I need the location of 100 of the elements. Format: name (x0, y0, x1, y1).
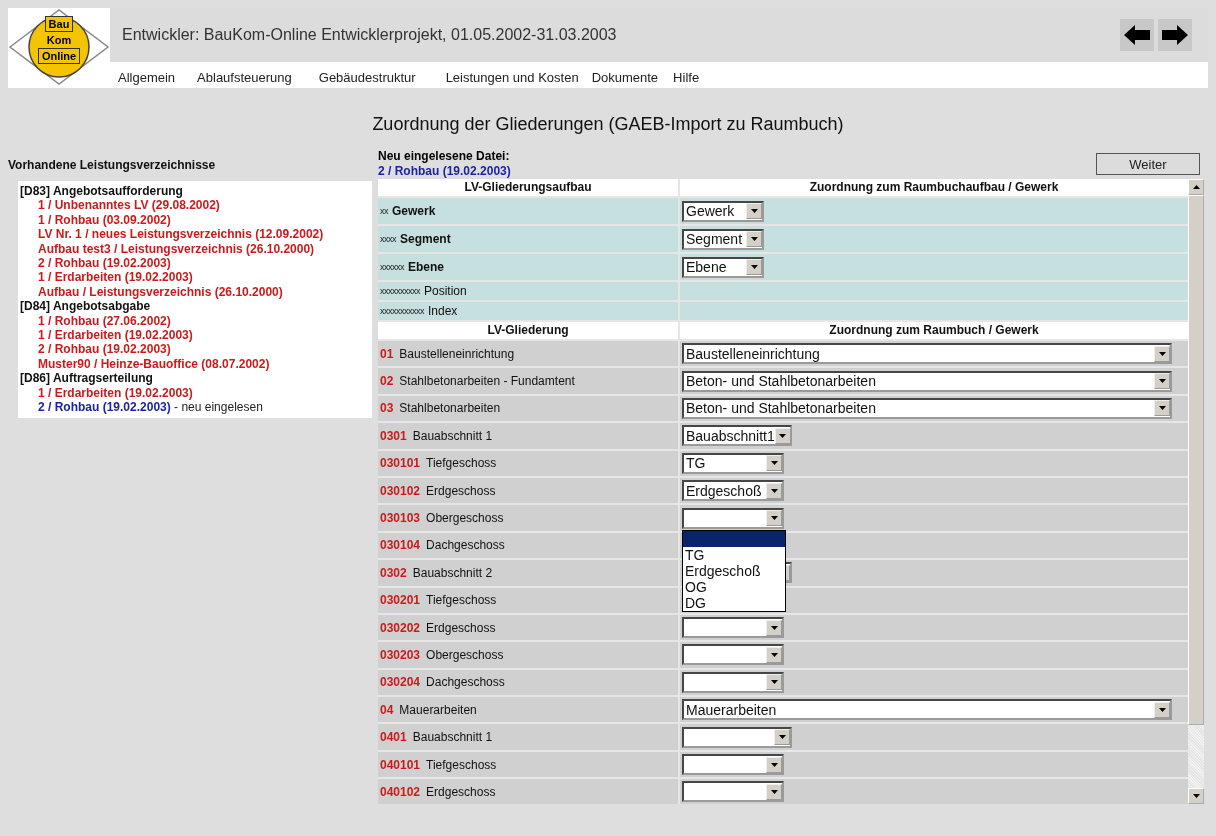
list-link[interactable]: 2 / Rohbau (19.02.2003) (38, 256, 171, 271)
forward-button[interactable] (1158, 19, 1192, 51)
caret-icon (1158, 379, 1166, 384)
position-name: Tiefgeschoss (426, 593, 497, 608)
list-link[interactable]: 1 / Rohbau (03.09.2002) (38, 212, 171, 227)
code-text: 04 (380, 702, 394, 717)
dropdown-field[interactable]: Beton- und Stahlbetonarbeiten (682, 370, 1172, 392)
caret-icon (1158, 707, 1166, 712)
caret-icon (770, 789, 778, 794)
position-name: Stahlbetonarbeiten (399, 401, 501, 416)
dropdown-field[interactable]: Gewerk (682, 200, 764, 222)
list-link[interactable]: 1 / Erdarbeiten (19.02.2003) (38, 328, 193, 343)
section-title: Vorhandene Leistungsverzeichnisse (8, 158, 217, 172)
group-label: [D84] Angebotsabgabe (20, 299, 152, 314)
logo-text: Online (37, 48, 81, 64)
dropdown-option[interactable]: OG (683, 578, 785, 595)
position-name: Mauerarbeiten (399, 702, 477, 717)
position-name: Baustelleneinrichtung (399, 346, 515, 361)
position-name: Dachgeschoss (426, 538, 505, 553)
caret-icon (770, 488, 778, 493)
menu-item[interactable]: Hilfe (673, 70, 700, 85)
dropdown-field[interactable] (682, 644, 784, 666)
list-link[interactable]: Muster90 / Heinze-Bauoffice (08.07.2002) (38, 356, 270, 371)
dropdown-field[interactable] (682, 617, 784, 639)
level-name: Ebene (408, 260, 444, 274)
code-text: 030204 (380, 675, 421, 690)
dropdown-field[interactable] (682, 754, 784, 776)
menu-item[interactable]: Ablaufsteuerung (197, 70, 292, 85)
code-text: 030101 (380, 456, 421, 471)
caret-icon (750, 237, 758, 241)
caret-icon (778, 735, 786, 740)
up-caret-icon (1192, 185, 1200, 189)
list-link[interactable]: 1 / Unbenanntes LV (29.08.2002) (38, 198, 220, 213)
caret-icon (770, 516, 778, 521)
scroll-thumb[interactable] (1188, 195, 1204, 725)
column-header: Zuordnung zum Raumbuch / Gewerk (680, 322, 1188, 339)
dropdown-field[interactable] (682, 671, 784, 693)
column-header: LV-Gliederungsaufbau (378, 179, 678, 196)
code-text: 030203 (380, 648, 421, 662)
list-link[interactable]: 2 / Rohbau (19.02.2003) (38, 342, 171, 357)
position-name: Erdgeschoss (426, 620, 496, 635)
scroll-down-button[interactable] (1188, 788, 1204, 804)
menu-item[interactable]: Dokumente (591, 70, 659, 85)
dropdown-field[interactable] (682, 726, 792, 748)
code-text: 040102 (380, 784, 421, 799)
window-title: Entwickler: BauKom-Online Entwicklerprojekt, 01.05.2002-31.03.2003 (122, 26, 617, 44)
scrollbar[interactable] (1188, 179, 1204, 804)
dropdown-field[interactable]: Beton- und Stahlbetonarbeiten (682, 397, 1172, 419)
mask-text: xxxx (380, 234, 396, 244)
code-text: 040101 (380, 757, 421, 772)
code-text: 01 (380, 346, 394, 361)
caret-icon (770, 680, 778, 685)
back-button[interactable] (1120, 19, 1154, 51)
dropdown-option[interactable]: Erdgeschoß (683, 562, 785, 579)
dropdown-field[interactable] (682, 781, 784, 803)
list-link[interactable]: Aufbau / Leistungsverzeichnis (26.10.2000) (38, 284, 283, 299)
dropdown-field[interactable]: Segment (682, 228, 764, 250)
code-text: 0401 (380, 730, 407, 745)
list-link[interactable]: LV Nr. 1 / neues Leistungsverzeichnis (12.09.2002) (38, 227, 324, 242)
position-name: Tiefgeschoss (426, 757, 497, 772)
position-name: Obergeschoss (426, 648, 504, 662)
menu-item[interactable]: Leistungen und Kosten (445, 70, 579, 85)
list-link[interactable]: Aufbau test3 / Leistungsverzeichnis (26.10.2000) (38, 241, 315, 256)
list-link[interactable]: 1 / Rohbau (27.06.2002) (38, 313, 171, 328)
dropdown-field[interactable]: Baustelleneinrichtung (682, 343, 1172, 365)
caret-icon (770, 625, 778, 630)
dropdown-field[interactable]: Mauerarbeiten (682, 699, 1172, 721)
level-name: Index (428, 304, 458, 318)
group-label: [D83] Angebotsaufforderung (20, 184, 184, 199)
group-label: [D86] Auftragserteilung (20, 371, 154, 386)
caret-icon (779, 433, 787, 438)
menu-item[interactable]: Allgemein (118, 70, 176, 85)
position-name: Erdgeschoss (426, 784, 496, 799)
column-header: Zuordnung zum Raumbuchaufbau / Gewerk (680, 179, 1188, 196)
position-name: Dachgeschoss (426, 675, 505, 690)
level-name: Position (424, 284, 467, 298)
caret-icon (1192, 794, 1200, 798)
dropdown-field[interactable]: Bauabschnitt1 (682, 425, 792, 447)
list-link[interactable]: 1 / Erdarbeiten (19.02.2003) (38, 385, 193, 400)
dropdown-field[interactable]: Ebene (682, 256, 764, 278)
dropdown-field[interactable]: TG (682, 452, 784, 474)
scroll-up-button[interactable] (1188, 179, 1204, 195)
code-text: 030104 (380, 538, 421, 553)
position-name: Obergeschoss (426, 511, 504, 526)
list-link[interactable]: 2 / Rohbau (19.02.2003) (38, 400, 171, 415)
caret-icon (750, 209, 758, 213)
next-button[interactable]: Weiter (1096, 153, 1200, 175)
field-label: Neu eingelesene Datei: (378, 149, 511, 164)
dropdown-option[interactable]: TG (683, 546, 785, 563)
level-name: Gewerk (392, 204, 436, 218)
list-link[interactable]: 1 / Erdarbeiten (19.02.2003) (38, 270, 193, 285)
mask-text: xxxxxxxxxx (380, 286, 420, 296)
dropdown-option[interactable]: DG (683, 594, 785, 611)
position-name: Bauabschnitt 2 (412, 565, 493, 580)
right-arrow-icon (1162, 25, 1188, 45)
status-note: - neu eingelesen (174, 400, 263, 415)
menu-item[interactable]: Gebäudestruktur (318, 70, 416, 85)
dropdown-field[interactable] (682, 507, 784, 529)
logo-text: Kom (45, 33, 73, 47)
dropdown-field[interactable]: Erdgeschoß (682, 480, 784, 502)
